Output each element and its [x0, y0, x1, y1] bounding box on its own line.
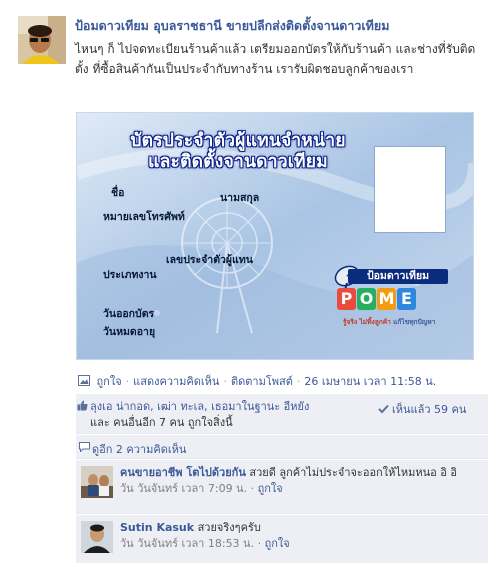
post-timestamp[interactable]: 26 เมษายน เวลา 11:58 น. — [304, 375, 436, 388]
post-author-avatar[interactable] — [18, 16, 66, 64]
post-message: ไหนๆ ก็ ไปจดทะเบียนร้านค้าแล้ว เตรียมออก… — [75, 42, 476, 76]
comment-like-link[interactable]: ถูกใจ — [265, 537, 290, 550]
seen-by-label[interactable]: เห็นแล้ว 59 คน — [392, 403, 466, 416]
comment-meta: วัน วันจันทร์ เวลา 18:53 น. · ถูกใจ — [120, 537, 290, 550]
follow-post-link[interactable]: ติดตามโพสต์ — [231, 375, 293, 388]
comment-body: Sutin Kasuk สวยจริงๆครับ วัน วันจันทร์ เ… — [120, 520, 480, 552]
view-more-comments-row[interactable]: ดูอีก 2 ความคิดเห็น — [76, 435, 488, 459]
logo-brand-text: ป้อมดาวเทียม — [348, 269, 448, 284]
logo-tagline: รู้จริง ไม่ทิ้งลูกค้า แก้ไขทุกปัญหา — [343, 316, 453, 327]
checkmark-icon — [378, 404, 389, 414]
comment-item: Sutin Kasuk สวยจริงๆครับ วัน วันจันทร์ เ… — [76, 515, 488, 563]
pome-logo: ป้อมดาวเทียม P O M E รู้จริง ไม่ทิ้งลูกค… — [327, 261, 452, 341]
card-title-line1: บัตรประจำตัวผู้แทนจำหน่าย — [130, 131, 346, 151]
comment-bubble-icon — [79, 442, 90, 452]
commenter-name[interactable]: คนขายอาชีพ โตไปด้วยกัน — [120, 466, 246, 479]
comment-like-link[interactable]: ถูกใจ — [258, 482, 283, 495]
card-field-surname: นามสกุล — [220, 192, 260, 204]
comment-link[interactable]: แสดงความคิดเห็น — [133, 375, 219, 388]
comment-text: สวยดี ลูกค้าไม่ประจำจะออกให้ไหมหนอ อิ อิ — [249, 466, 457, 479]
card-field-agent-id: เลขประจำตัวผู้แทน — [166, 254, 253, 266]
post-photo[interactable]: บัตรประจำตัวผู้แทนจำหน่าย และติดตั้งจานด… — [76, 112, 474, 360]
comment-body: คนขายอาชีพ โตไปด้วยกัน สวยดี ลูกค้าไม่ปร… — [120, 465, 480, 497]
like-link[interactable]: ถูกใจ — [97, 375, 122, 388]
comment-timestamp[interactable]: วัน วันจันทร์ เวลา 7:09 น. — [120, 482, 247, 495]
card-title-line2: และติดตั้งจานดาวเทียม — [148, 152, 328, 172]
logo-letter-e: E — [397, 288, 416, 310]
comment-text: สวยจริงๆครับ — [197, 521, 261, 534]
card-title: บัตรประจำตัวผู้แทนจำหน่าย และติดตั้งจานด… — [103, 131, 373, 173]
card-photo-placeholder — [374, 146, 446, 233]
comment-timestamp[interactable]: วัน วันจันทร์ เวลา 18:53 น. — [120, 537, 254, 550]
card-field-expiry: วันหมดอายุ — [103, 326, 156, 338]
likes-summary[interactable]: ลุงเอ น่ากอด, เฒ่า ทะเล, เธอมาในฐานะ อีห… — [90, 399, 380, 431]
seen-by[interactable]: เห็นแล้ว 59 คน — [378, 400, 466, 418]
commenter-avatar[interactable] — [81, 521, 113, 553]
logo-letter-p: P — [337, 288, 356, 310]
card-field-phone: หมายเลขโทรศัพท์ — [103, 211, 185, 223]
thumbs-up-icon — [77, 400, 88, 411]
photo-icon — [78, 375, 90, 386]
logo-tagline-blue: แก้ไขทุกปัญหา — [393, 318, 436, 326]
post-actions: ถูกใจ · แสดงความคิดเห็น · ติดตามโพสต์ · 26 เมษ… — [78, 372, 436, 390]
card-field-type: ประเภทงาน — [103, 269, 157, 281]
comment-item: คนขายอาชีพ โตไปด้วยกัน สวยดี ลูกค้าไม่ปร… — [76, 460, 488, 514]
card-field-issue-date: วันออกบัตร — [103, 308, 155, 320]
commenter-avatar[interactable] — [81, 466, 113, 498]
view-more-comments-link[interactable]: ดูอีก 2 ความคิดเห็น — [92, 440, 186, 458]
post-author-name[interactable]: ป้อมดาวเทียม อุบลราชธานี ขายปลีกส่งติดตั… — [75, 16, 485, 36]
commenter-name[interactable]: Sutin Kasuk — [120, 521, 194, 534]
likes-names[interactable]: ลุงเอ น่ากอด, เฒ่า ทะเล, เธอมาในฐานะ อีห… — [90, 399, 380, 415]
likes-others[interactable]: และ คนอื่นอีก 7 คน ถูกใจสิ่งนี้ — [90, 415, 380, 431]
comment-meta: วัน วันจันทร์ เวลา 7:09 น. · ถูกใจ — [120, 482, 283, 495]
likes-row: ลุงเอ น่ากอด, เฒ่า ทะเล, เธอมาในฐานะ อีห… — [76, 394, 488, 434]
logo-tagline-red: รู้จริง ไม่ทิ้งลูกค้า — [343, 318, 391, 326]
logo-letter-o: O — [357, 288, 376, 310]
logo-letters: P O M E — [337, 288, 417, 310]
card-field-name: ชื่อ — [111, 187, 125, 199]
logo-letter-m: M — [377, 288, 396, 310]
